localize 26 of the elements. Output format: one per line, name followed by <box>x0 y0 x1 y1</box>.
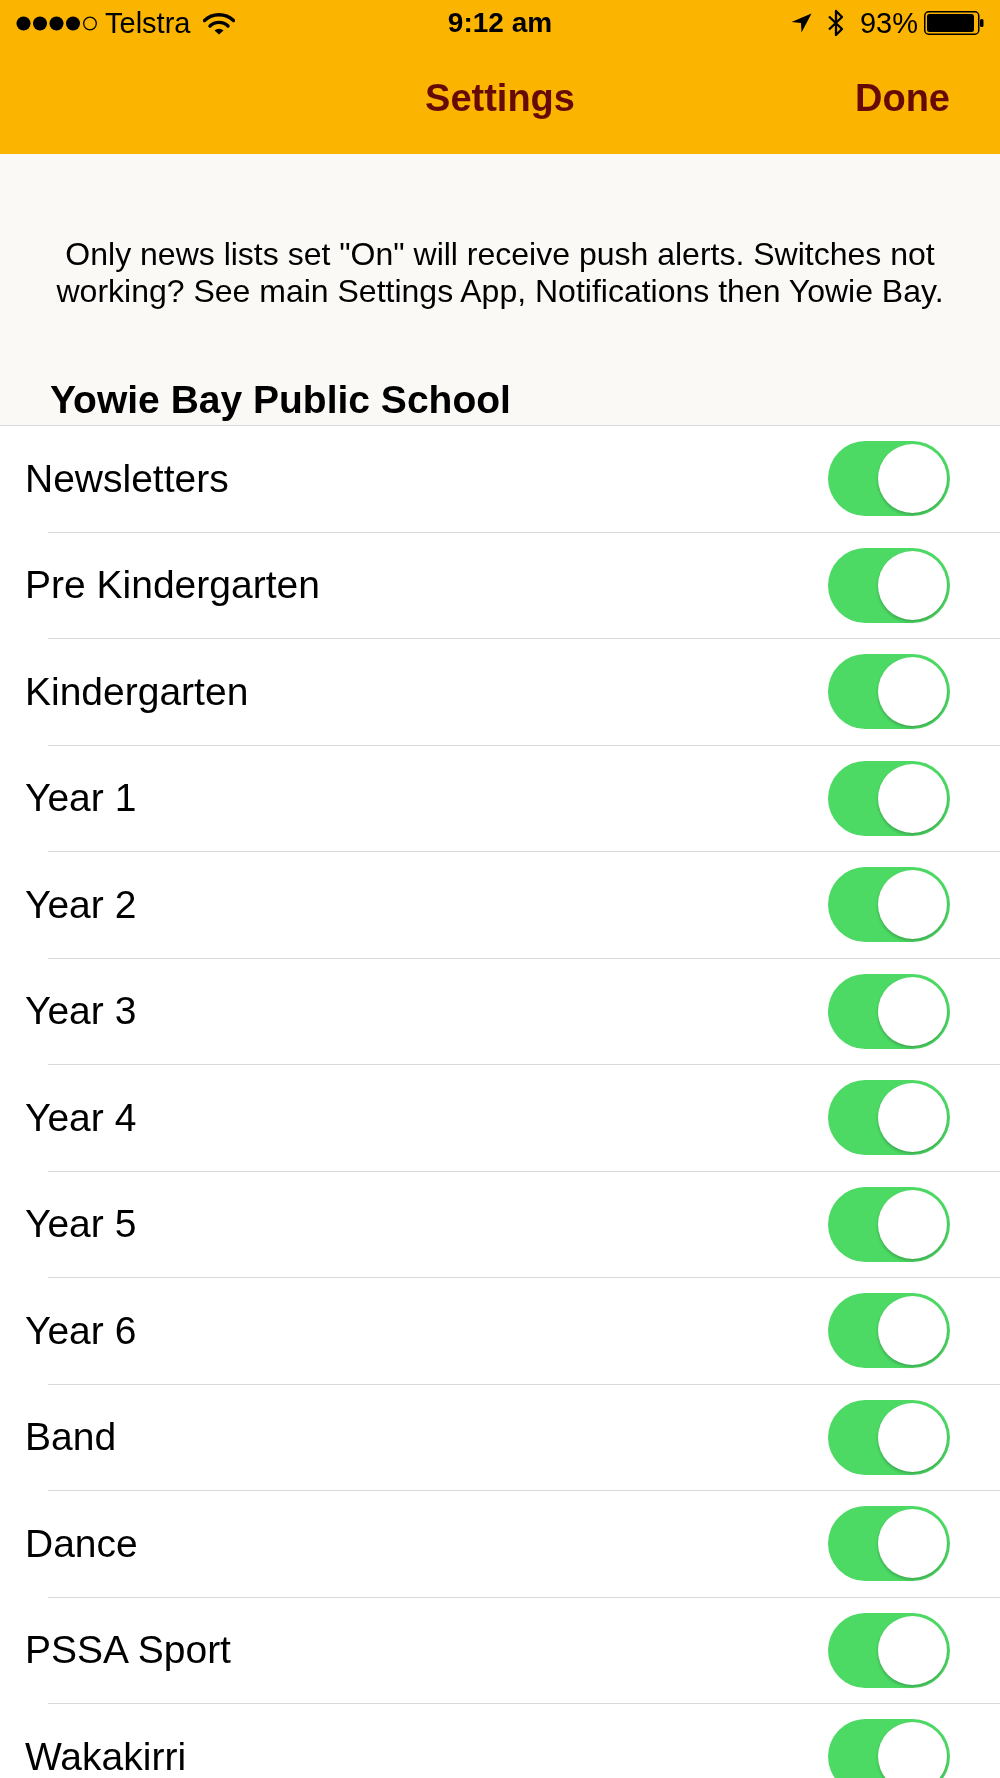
wifi-icon <box>203 11 236 35</box>
nav-title: Settings <box>425 76 575 120</box>
battery-percentage: 93% <box>859 6 918 40</box>
toggle-switch[interactable] <box>828 1719 950 1778</box>
row-label: Year 1 <box>25 775 137 822</box>
row-label: Year 5 <box>25 1201 137 1248</box>
carrier-name: Telstra <box>105 6 191 40</box>
row-label: Year 3 <box>25 988 137 1035</box>
status-time: 9:12 am <box>447 6 553 40</box>
section-title: Yowie Bay Public School <box>49 378 512 422</box>
row-label: Newsletters <box>25 455 229 502</box>
battery-icon <box>924 11 984 35</box>
row-label: Kindergarten <box>25 668 249 715</box>
row-label: Year 2 <box>25 881 137 928</box>
row-label: Band <box>25 1414 117 1461</box>
row-label: PSSA Sport <box>25 1627 231 1674</box>
row-label: Dance <box>25 1520 138 1567</box>
signal-icon <box>16 15 98 31</box>
notice-text: Only news lists set "On" will receive push alerts. Switches not working? See main Settings App, Notifications then Yowie Bay. <box>55 236 945 310</box>
location-arrow-icon <box>790 13 812 33</box>
done-button[interactable]: Done <box>855 76 950 120</box>
row-label: Wakakirri <box>25 1733 187 1778</box>
row-label: Year 6 <box>25 1307 137 1354</box>
row-label: Year 4 <box>25 1094 137 1141</box>
bluetooth-icon <box>825 8 846 38</box>
row-label: Pre Kindergarten <box>25 562 320 609</box>
